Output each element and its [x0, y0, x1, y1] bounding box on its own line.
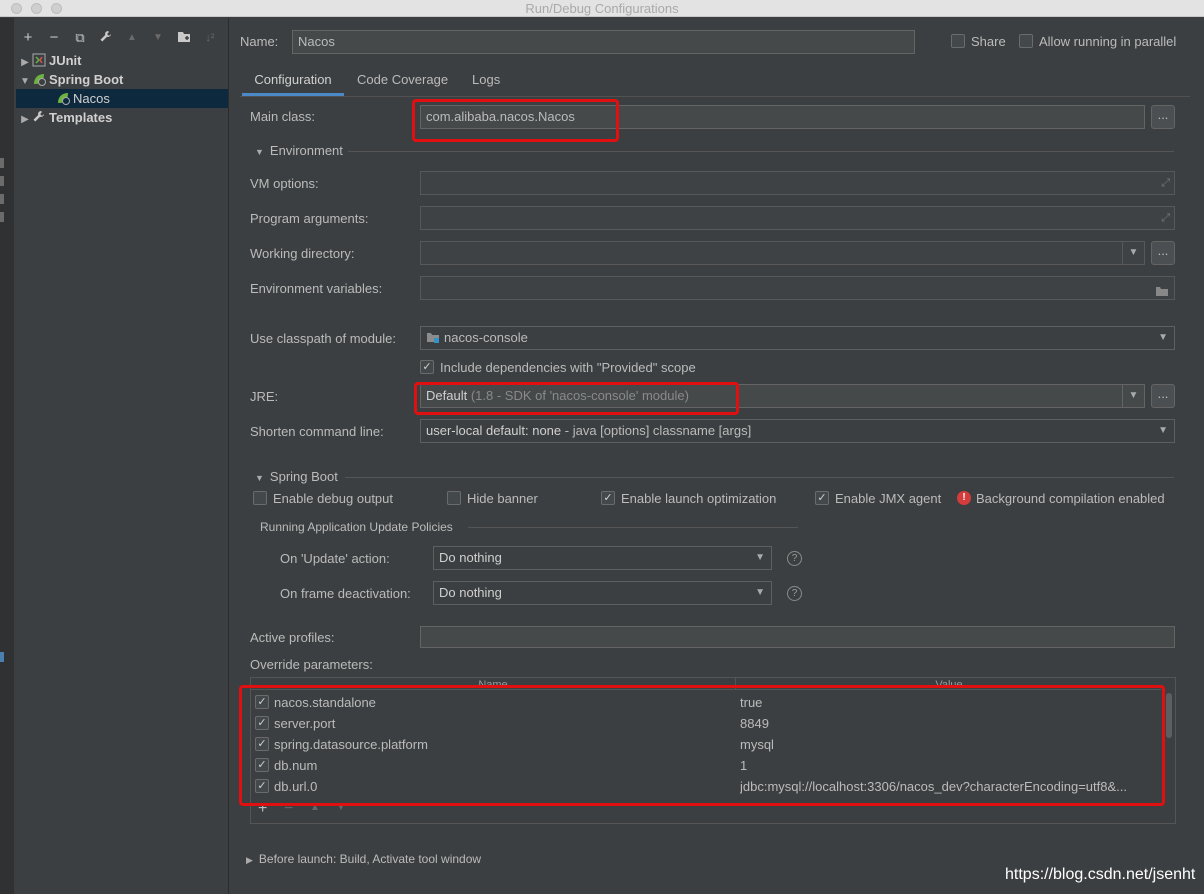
hide-banner-label: Hide banner	[467, 491, 538, 506]
chevron-down-icon: ▼	[1122, 385, 1144, 407]
wrench-icon	[32, 110, 46, 124]
jmx-agent-checkbox[interactable]: ✓	[815, 491, 829, 505]
error-icon: !	[957, 491, 971, 505]
help-icon[interactable]: ?	[787, 551, 802, 566]
edit-defaults-button[interactable]	[98, 30, 114, 46]
expand-icon[interactable]: ⤢	[1161, 172, 1170, 194]
highlight-params-table	[239, 685, 1165, 806]
vm-options-input[interactable]: ⤢	[420, 171, 1175, 195]
include-dependencies-label: Include dependencies with "Provided" sco…	[440, 360, 696, 375]
on-frame-deactivation-label: On frame deactivation:	[280, 586, 411, 601]
spring-boot-divider	[345, 477, 1174, 478]
allow-parallel-label: Allow running in parallel	[1039, 34, 1177, 49]
tree-item-label: JUnit	[49, 53, 82, 68]
spring-boot-section-header[interactable]: ▼ Spring Boot	[255, 469, 338, 484]
tree-item-label: Spring Boot	[49, 72, 124, 87]
config-tree-panel	[14, 18, 229, 894]
move-down-button[interactable]: ▼	[150, 30, 166, 46]
spring-boot-icon	[32, 72, 46, 86]
update-policies-divider	[468, 527, 798, 528]
shorten-command-line-label: Shorten command line:	[250, 424, 384, 439]
jre-browse-button[interactable]: ...	[1151, 384, 1175, 408]
tree-item-nacos[interactable]: Nacos	[16, 89, 228, 108]
name-label: Name:	[240, 34, 279, 49]
environment-divider	[348, 151, 1174, 152]
junit-icon	[32, 53, 46, 67]
shorten-command-line-select[interactable]: user-local default: none - java [options…	[420, 419, 1175, 443]
before-launch-section[interactable]: ▶ Before launch: Build, Activate tool win…	[246, 852, 481, 866]
tabs-divider	[240, 96, 1190, 97]
debug-output-checkbox[interactable]	[253, 491, 267, 505]
sort-button[interactable]: ↓²	[202, 30, 218, 46]
window-title: Run/Debug Configurations	[525, 1, 679, 16]
share-label: Share	[971, 34, 1006, 49]
wrench-icon	[100, 31, 111, 42]
tree-item-label: Nacos	[73, 91, 110, 106]
move-up-button[interactable]: ▲	[124, 30, 140, 46]
classpath-module-label: Use classpath of module:	[250, 331, 396, 346]
jmx-agent-label: Enable JMX agent	[835, 491, 942, 506]
main-class-label: Main class:	[250, 109, 316, 124]
launch-optimization-label: Enable launch optimization	[621, 491, 777, 506]
highlight-jre	[414, 382, 739, 415]
copy-config-button[interactable]: ⧉	[72, 30, 88, 46]
name-input[interactable]: Nacos	[292, 30, 915, 54]
tree-item-templates[interactable]: ▶ Templates	[16, 108, 228, 127]
working-directory-label: Working directory:	[250, 246, 355, 261]
environment-variables-label: Environment variables:	[250, 281, 383, 296]
on-update-label: On 'Update' action:	[280, 551, 390, 566]
expand-arrow-icon[interactable]: ▶	[18, 110, 32, 129]
working-directory-browse-button[interactable]: ...	[1151, 241, 1175, 265]
spring-boot-config-icon	[56, 91, 70, 105]
tab-logs[interactable]: Logs	[472, 68, 500, 96]
jre-label: JRE:	[250, 389, 279, 404]
on-frame-deactivation-select[interactable]: Do nothing ▼	[433, 581, 772, 605]
override-parameters-label: Override parameters:	[250, 657, 373, 672]
environment-section-header[interactable]: ▼ Environment	[255, 143, 343, 158]
launch-optimization-checkbox[interactable]: ✓	[601, 491, 615, 505]
folder-button[interactable]	[176, 30, 192, 46]
add-config-button[interactable]: +	[20, 30, 36, 46]
debug-output-label: Enable debug output	[273, 491, 393, 506]
chevron-down-icon: ▼	[1158, 332, 1168, 343]
left-edge-strip	[0, 18, 14, 894]
classpath-module-select[interactable]: nacos-console ▼	[420, 326, 1175, 350]
help-icon[interactable]: ?	[787, 586, 802, 601]
tab-code-coverage[interactable]: Code Coverage	[357, 68, 448, 96]
chevron-down-icon: ▼	[1158, 425, 1168, 436]
chevron-down-icon: ▼	[755, 587, 765, 598]
active-profiles-input[interactable]	[420, 626, 1175, 648]
environment-variables-input[interactable]	[420, 276, 1175, 300]
working-directory-input[interactable]: ▼	[420, 241, 1145, 265]
tree-item-label: Templates	[49, 110, 113, 125]
watermark-text: https://blog.csdn.net/jsenht	[1005, 866, 1196, 883]
on-update-select[interactable]: Do nothing ▼	[433, 546, 772, 570]
chevron-down-icon: ▼	[755, 552, 765, 563]
update-policies-title: Running Application Update Policies	[260, 520, 453, 534]
folder-icon	[177, 32, 190, 42]
tree-item-spring-boot[interactable]: ▼ Spring Boot	[16, 70, 228, 89]
remove-config-button[interactable]: −	[46, 30, 62, 46]
program-arguments-input[interactable]: ⤢	[420, 206, 1175, 230]
expand-icon[interactable]: ⤢	[1161, 207, 1170, 229]
tab-configuration[interactable]: Configuration	[242, 68, 344, 96]
table-scrollbar[interactable]	[1166, 693, 1172, 738]
include-dependencies-checkbox[interactable]: ✓	[420, 360, 434, 374]
background-compilation-label: Background compilation enabled	[976, 491, 1165, 506]
vm-options-label: VM options:	[250, 176, 319, 191]
tree-item-junit[interactable]: ▶ JUnit	[16, 51, 228, 70]
highlight-main-class	[412, 99, 619, 142]
allow-parallel-checkbox[interactable]	[1019, 34, 1033, 48]
main-class-browse-button[interactable]: ...	[1151, 105, 1175, 129]
share-checkbox[interactable]	[951, 34, 965, 48]
module-folder-icon	[426, 329, 440, 349]
hide-banner-checkbox[interactable]	[447, 491, 461, 505]
window-title-bar: Run/Debug Configurations	[0, 0, 1204, 17]
program-arguments-label: Program arguments:	[250, 211, 369, 226]
chevron-down-icon[interactable]: ▼	[1122, 242, 1144, 264]
active-profiles-label: Active profiles:	[250, 630, 335, 645]
folder-icon[interactable]	[1155, 282, 1169, 299]
